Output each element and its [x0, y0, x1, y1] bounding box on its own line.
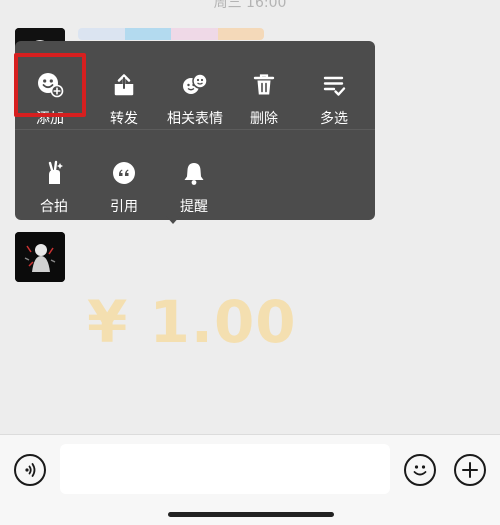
amount-watermark: ¥ 1.00: [87, 288, 297, 356]
multi-select-icon: [323, 76, 346, 96]
emoji-icon: [413, 465, 427, 476]
message-input[interactable]: [60, 444, 390, 494]
menu-pointer: [165, 215, 181, 224]
plus-button[interactable]: [454, 454, 486, 486]
sticker-preview-strip: [78, 28, 264, 40]
menu-item-related-stickers[interactable]: 相关表情: [160, 61, 230, 131]
menu-item-forward[interactable]: 转发: [89, 61, 159, 131]
avatar[interactable]: [15, 232, 65, 282]
menu-item-label: 删除: [250, 111, 278, 127]
timestamp: 周三 16:00: [213, 0, 287, 11]
home-indicator: [168, 512, 334, 517]
reminder-bell-icon: [184, 163, 204, 185]
voice-icon: [25, 463, 36, 477]
voice-button[interactable]: [14, 454, 46, 486]
menu-item-sync-photo[interactable]: 合拍: [19, 149, 89, 219]
quote-icon: [113, 162, 135, 184]
menu-item-label: 转发: [110, 111, 138, 127]
menu-item-label: 提醒: [180, 199, 208, 215]
sync-photo-icon: [48, 160, 63, 184]
menu-item-quote[interactable]: 引用: [89, 149, 159, 219]
forward-icon: [114, 74, 134, 96]
plus-icon: [462, 462, 478, 478]
menu-item-label: 多选: [320, 111, 348, 127]
selection-highlight: [14, 53, 86, 117]
delete-icon: [253, 74, 275, 95]
menu-item-label: 引用: [110, 199, 138, 215]
menu-item-label: 合拍: [40, 199, 68, 215]
menu-item-multi-select[interactable]: 多选: [299, 61, 369, 131]
menu-item-reminder[interactable]: 提醒: [159, 149, 229, 219]
menu-item-delete[interactable]: 删除: [229, 61, 299, 131]
menu-item-label: 相关表情: [167, 111, 223, 127]
emoji-button[interactable]: [404, 454, 436, 486]
related-stickers-icon: [183, 73, 208, 94]
